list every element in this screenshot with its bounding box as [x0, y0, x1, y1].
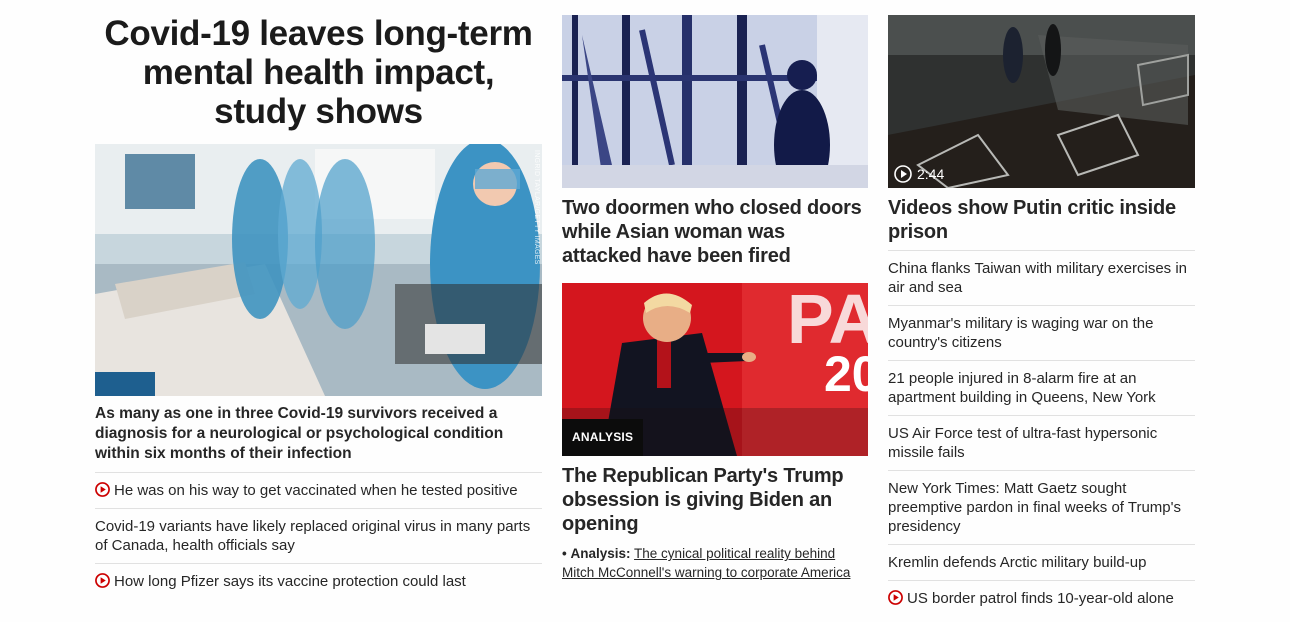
list-item-text: New York Times: Matt Gaetz sought preemp… — [888, 480, 1182, 535]
list-item[interactable]: Kremlin defends Arctic military build-up — [888, 544, 1195, 580]
video-duration: 2:44 — [917, 166, 945, 182]
list-item-text: US border patrol finds 10-year-old alone — [907, 590, 1174, 607]
surveillance-photo — [562, 15, 868, 188]
prison-ward-photo — [888, 15, 1195, 188]
list-item[interactable]: US border patrol finds 10-year-old alone — [888, 580, 1195, 616]
list-item[interactable]: China flanks Taiwan with military exerci… — [888, 250, 1195, 305]
lead-summary[interactable]: As many as one in three Covid-19 survivo… — [95, 404, 542, 464]
svg-text:20: 20 — [824, 346, 868, 402]
list-item-text: Myanmar's military is waging war on the … — [888, 315, 1154, 351]
analysis-label: Analysis: — [570, 546, 631, 561]
play-circle-icon — [894, 165, 912, 183]
lead-story-image[interactable]: INGRID TAYLAR/GETTY IMAGES — [95, 144, 542, 396]
doormen-story-image[interactable] — [562, 15, 868, 188]
list-item-text: How long Pfizer says its vaccine protect… — [114, 573, 466, 590]
list-item-text: He was on his way to get vaccinated when… — [114, 482, 518, 499]
trump-story-title[interactable]: The Republican Party's Trump obsession i… — [562, 464, 868, 536]
list-item-text: Kremlin defends Arctic military build-up — [888, 554, 1147, 571]
list-item-text: Covid-19 variants have likely replaced o… — [95, 518, 531, 554]
lead-headline[interactable]: Covid-19 leaves long-term mental health … — [95, 14, 542, 131]
list-item[interactable]: New York Times: Matt Gaetz sought preemp… — [888, 470, 1195, 544]
headline-list: China flanks Taiwan with military exerci… — [888, 250, 1195, 616]
play-circle-icon — [95, 573, 110, 588]
putin-critic-video-thumbnail[interactable]: 2:44 — [888, 15, 1195, 188]
list-item-text: US Air Force test of ultra-fast hyperson… — [888, 425, 1158, 461]
middle-story-column: Two doormen who closed doors while Asian… — [562, 0, 868, 582]
doormen-story-title[interactable]: Two doormen who closed doors while Asian… — [562, 196, 868, 268]
lead-story-column: Covid-19 leaves long-term mental health … — [95, 0, 542, 599]
photo-credit: INGRID TAYLAR/GETTY IMAGES — [533, 150, 540, 265]
analysis-link-line: • Analysis: The cynical political realit… — [562, 544, 868, 582]
video-duration-overlay: 2:44 — [894, 165, 944, 183]
bullet: • — [562, 546, 567, 561]
list-item[interactable]: How long Pfizer says its vaccine protect… — [95, 563, 542, 599]
right-story-column: 2:44 Videos show Putin critic inside pri… — [888, 0, 1195, 616]
list-item-text: 21 people injured in 8-alarm fire at an … — [888, 370, 1156, 406]
trump-story-image[interactable]: PA 20 ANALYSIS — [562, 283, 868, 456]
list-item-text: China flanks Taiwan with military exerci… — [888, 260, 1188, 296]
list-item[interactable]: He was on his way to get vaccinated when… — [95, 472, 542, 508]
hospital-ward-photo — [95, 144, 542, 396]
list-item[interactable]: Covid-19 variants have likely replaced o… — [95, 508, 542, 563]
list-item[interactable]: US Air Force test of ultra-fast hyperson… — [888, 415, 1195, 470]
putin-critic-headline[interactable]: Videos show Putin critic inside prison — [888, 196, 1195, 244]
list-item[interactable]: 21 people injured in 8-alarm fire at an … — [888, 360, 1195, 415]
analysis-badge: ANALYSIS — [562, 419, 644, 456]
list-item[interactable]: Myanmar's military is waging war on the … — [888, 305, 1195, 360]
play-circle-icon — [95, 482, 110, 497]
related-list: He was on his way to get vaccinated when… — [95, 472, 542, 599]
play-circle-icon — [888, 590, 903, 605]
